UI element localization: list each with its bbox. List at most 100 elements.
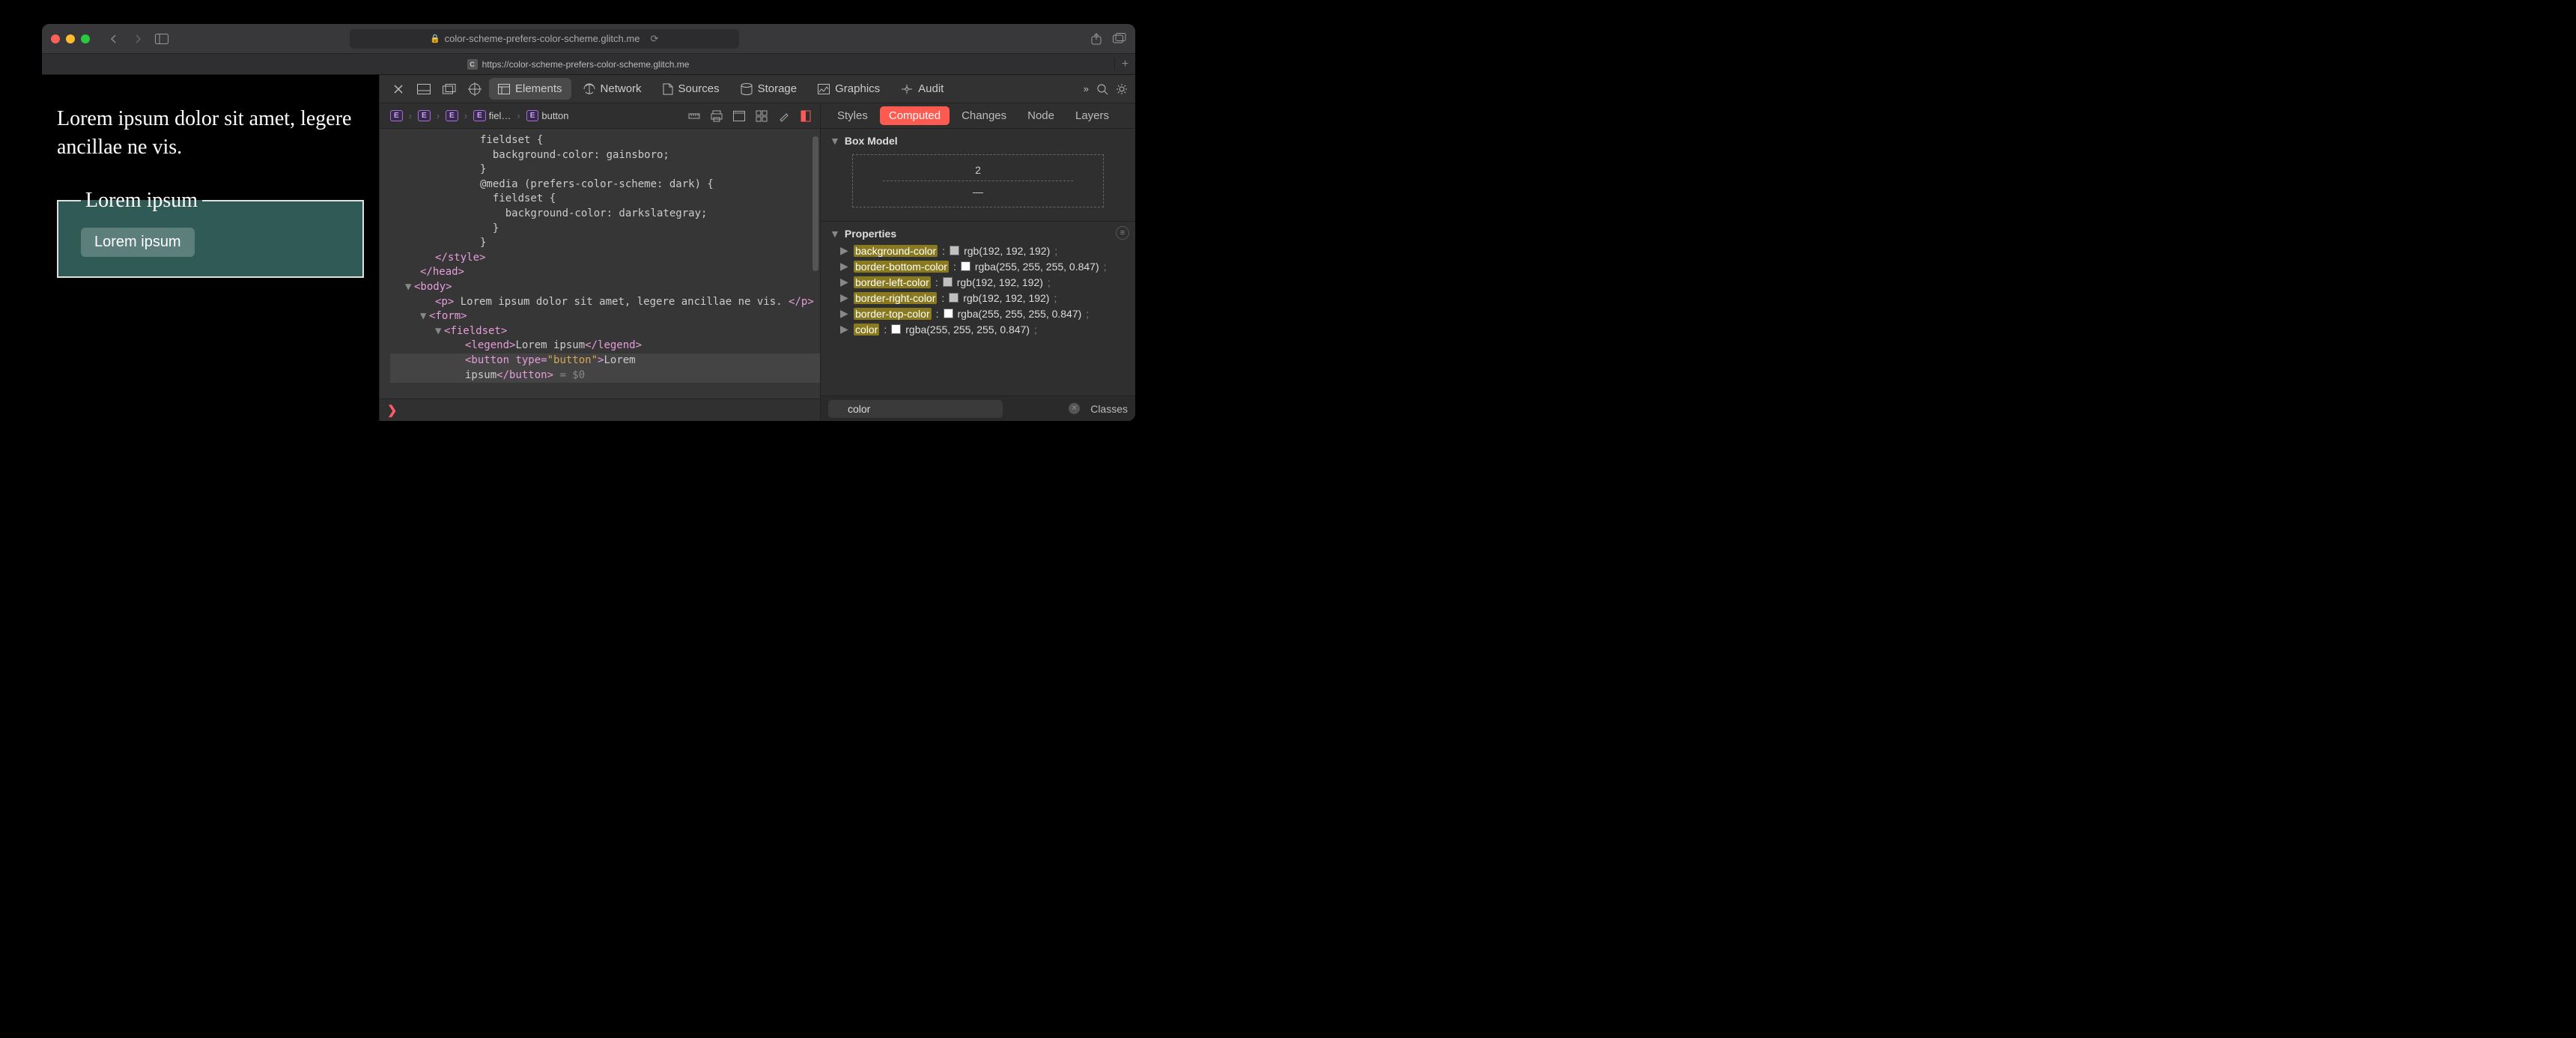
- tab-network-label: Network: [601, 82, 642, 95]
- dom-line[interactable]: background-color: gainsboro;: [390, 148, 820, 163]
- devtools-tabs: Elements Network Sources Storage Graphic…: [380, 75, 1135, 103]
- color-swatch[interactable]: [949, 293, 959, 303]
- clear-filter-icon[interactable]: ✕: [1069, 403, 1080, 414]
- crumb-html[interactable]: E: [386, 109, 407, 123]
- tab-graphics-label: Graphics: [835, 82, 880, 95]
- dock-detach-icon[interactable]: [438, 78, 461, 100]
- dom-line[interactable]: <legend>Lorem ipsum</legend>: [390, 339, 820, 353]
- dom-line[interactable]: ▼<form>: [390, 309, 820, 324]
- dom-selected-line[interactable]: <button type="button">Lorem: [390, 353, 820, 368]
- dom-line[interactable]: }: [390, 236, 820, 251]
- expand-icon[interactable]: ▶: [840, 307, 849, 320]
- box-model-inner: —: [883, 180, 1073, 198]
- address-bar[interactable]: 🔒 color-scheme-prefers-color-scheme.glit…: [350, 29, 739, 49]
- dom-line[interactable]: @media (prefers-color-scheme: dark) {: [390, 177, 820, 192]
- search-devtools-icon[interactable]: [1096, 83, 1108, 95]
- viewport-icon[interactable]: [733, 111, 747, 121]
- tabs-overview-icon[interactable]: [1113, 33, 1126, 45]
- tab-sources[interactable]: Sources: [654, 78, 729, 100]
- color-swatch[interactable]: [944, 309, 953, 318]
- property-value: rgb(192, 192, 192): [964, 245, 1050, 257]
- expand-icon[interactable]: ▶: [840, 291, 849, 304]
- color-swatch[interactable]: [961, 261, 970, 271]
- tab-elements[interactable]: Elements: [489, 78, 571, 100]
- box-model-diagram[interactable]: 2 —: [852, 154, 1104, 207]
- property-row[interactable]: ▶border-bottom-color: rgba(255, 255, 255…: [830, 258, 1126, 274]
- tab-network[interactable]: Network: [574, 78, 651, 100]
- properties-options-icon[interactable]: ≡: [1116, 226, 1129, 240]
- property-value: rgb(192, 192, 192): [963, 292, 1049, 304]
- property-row[interactable]: ▶border-right-color: rgb(192, 192, 192);: [830, 290, 1126, 306]
- expand-icon[interactable]: ▶: [840, 260, 849, 273]
- ruler-icon[interactable]: [688, 110, 702, 122]
- tab-audit[interactable]: Audit: [892, 78, 953, 100]
- sidebar-toggle-icon[interactable]: [153, 30, 171, 48]
- tab-bar: C https://color-scheme-prefers-color-sch…: [42, 54, 1135, 75]
- tab-computed[interactable]: Computed: [880, 106, 950, 125]
- dom-line[interactable]: }: [390, 163, 820, 177]
- property-name: color: [854, 324, 879, 336]
- expand-icon[interactable]: ▶: [840, 276, 849, 288]
- dom-line[interactable]: </head>: [390, 265, 820, 280]
- tab-changes[interactable]: Changes: [953, 106, 1015, 125]
- classes-button[interactable]: Classes: [1090, 403, 1128, 415]
- console-prompt[interactable]: ❯: [380, 398, 820, 421]
- dom-line[interactable]: fieldset {: [390, 192, 820, 207]
- minimize-window-button[interactable]: [66, 34, 75, 43]
- new-tab-button[interactable]: +: [1114, 58, 1135, 71]
- property-name: border-bottom-color: [854, 261, 949, 273]
- share-icon[interactable]: [1090, 33, 1102, 45]
- grid-icon[interactable]: [756, 110, 769, 122]
- properties-title: Properties: [845, 228, 896, 240]
- dom-line[interactable]: ▼<body>: [390, 280, 820, 295]
- filter-input[interactable]: [828, 400, 1003, 418]
- dom-line[interactable]: ▼<fieldset>: [390, 324, 820, 339]
- maximize-window-button[interactable]: [81, 34, 90, 43]
- box-model-section: ▼Box Model 2 —: [821, 129, 1135, 222]
- styles-pane: Styles Computed Changes Node Layers ▼Box…: [821, 103, 1135, 421]
- crumb-button[interactable]: Ebutton: [522, 109, 574, 123]
- compositing-icon[interactable]: [801, 110, 814, 122]
- property-value: rgba(255, 255, 255, 0.847): [905, 324, 1030, 336]
- expand-icon[interactable]: ▶: [840, 244, 849, 257]
- property-row[interactable]: ▶color: rgba(255, 255, 255, 0.847);: [830, 321, 1126, 337]
- dom-line[interactable]: <p> Lorem ipsum dolor sit amet, legere a…: [390, 295, 820, 310]
- dom-selected-line[interactable]: ipsum</button> = $0: [390, 368, 820, 383]
- print-icon[interactable]: [711, 110, 724, 122]
- property-row[interactable]: ▶border-left-color: rgb(192, 192, 192);: [830, 274, 1126, 290]
- property-row[interactable]: ▶border-top-color: rgba(255, 255, 255, 0…: [830, 306, 1126, 321]
- close-window-button[interactable]: [51, 34, 60, 43]
- paint-icon[interactable]: [778, 110, 792, 122]
- tab-styles[interactable]: Styles: [828, 106, 877, 125]
- settings-gear-icon[interactable]: [1116, 83, 1128, 95]
- color-swatch[interactable]: [950, 246, 959, 255]
- dom-line[interactable]: }: [390, 222, 820, 237]
- back-button[interactable]: [105, 30, 123, 48]
- dom-tree[interactable]: fieldset { background-color: gainsboro; …: [380, 129, 820, 398]
- property-row[interactable]: ▶background-color: rgb(192, 192, 192);: [830, 243, 1126, 258]
- color-swatch[interactable]: [891, 324, 901, 334]
- more-tabs-icon[interactable]: »: [1084, 83, 1089, 94]
- dom-line[interactable]: </style>: [390, 251, 820, 266]
- tab-layers[interactable]: Layers: [1066, 106, 1118, 125]
- reticle-icon[interactable]: [464, 78, 486, 100]
- tab-storage[interactable]: Storage: [732, 78, 806, 100]
- color-swatch[interactable]: [943, 277, 953, 287]
- close-devtools-icon[interactable]: [387, 78, 410, 100]
- crumb-fieldset[interactable]: Efiel…: [469, 109, 515, 123]
- tab-node[interactable]: Node: [1018, 106, 1063, 125]
- dock-bottom-icon[interactable]: [413, 78, 435, 100]
- browser-tab[interactable]: C https://color-scheme-prefers-color-sch…: [42, 59, 1114, 70]
- rendered-page: Lorem ipsum dolor sit amet, legere ancil…: [42, 75, 379, 421]
- dom-line[interactable]: fieldset {: [390, 133, 820, 148]
- expand-icon[interactable]: ▶: [840, 323, 849, 336]
- dom-line[interactable]: background-color: darkslategray;: [390, 207, 820, 222]
- page-button[interactable]: Lorem ipsum: [81, 228, 195, 257]
- tab-graphics[interactable]: Graphics: [809, 78, 889, 100]
- crumb-body[interactable]: E: [413, 109, 435, 123]
- reload-icon[interactable]: ⟳: [650, 33, 658, 45]
- main-area: Lorem ipsum dolor sit amet, legere ancil…: [42, 75, 1135, 421]
- forward-button[interactable]: [129, 30, 147, 48]
- scrollbar[interactable]: [812, 136, 818, 271]
- crumb-form[interactable]: E: [441, 109, 463, 123]
